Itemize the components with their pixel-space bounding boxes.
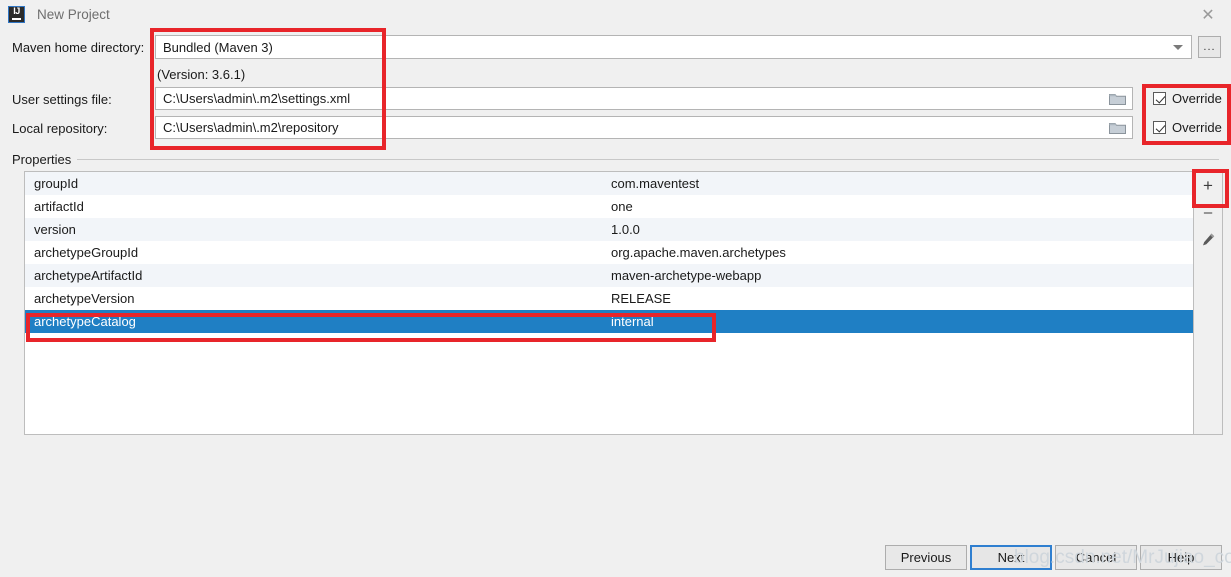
local-repository-override-label: Override (1172, 120, 1222, 135)
table-row[interactable]: archetypeCatalog internal (25, 310, 1193, 333)
table-row[interactable]: archetypeGroupId org.apache.maven.archety… (25, 241, 1193, 264)
property-key: archetypeGroupId (34, 245, 139, 260)
close-icon[interactable]: ✕ (1185, 0, 1231, 29)
property-key: groupId (34, 176, 79, 191)
properties-table[interactable]: groupId com.maventest artifactId one version… (24, 171, 1194, 435)
new-project-dialog: New Project ✕ Maven home directory: Bund… (0, 0, 1231, 577)
user-settings-value: C:\Users\admin\.m2\settings.xml (163, 91, 351, 106)
edit-property-button[interactable] (1194, 226, 1222, 253)
table-row[interactable]: artifactId one (25, 195, 1193, 218)
local-repository-override-row[interactable]: Override (1153, 120, 1222, 135)
maven-home-combobox[interactable]: Bundled (Maven 3) (155, 35, 1192, 59)
user-settings-override-row[interactable]: Override (1153, 91, 1222, 106)
chevron-down-icon[interactable] (1173, 44, 1183, 50)
maven-version-note: (Version: 3.6.1) (157, 67, 246, 82)
properties-separator (12, 159, 1219, 160)
local-repository-input[interactable]: C:\Users\admin\.m2\repository (155, 116, 1133, 139)
add-property-button[interactable]: + (1194, 172, 1222, 199)
table-row[interactable]: version 1.0.0 (25, 218, 1193, 241)
title-bar: New Project (0, 0, 1231, 29)
previous-button[interactable]: Previous (885, 545, 967, 570)
property-value: com.maventest (611, 176, 700, 191)
property-key: archetypeCatalog (34, 314, 136, 329)
local-repository-label: Local repository: (12, 121, 108, 136)
property-value: org.apache.maven.archetypes (611, 245, 786, 260)
property-key: archetypeArtifactId (34, 268, 143, 283)
properties-toolbar: + – (1194, 171, 1223, 435)
maven-home-browse-button[interactable]: ... (1198, 36, 1221, 58)
folder-icon[interactable] (1109, 121, 1126, 134)
watermark: blog.csdn.net/MrJujiao_code (1014, 547, 1231, 568)
property-value: one (611, 199, 633, 214)
intellij-idea-icon (8, 6, 25, 23)
local-repository-override-checkbox[interactable] (1153, 121, 1166, 134)
maven-home-value: Bundled (Maven 3) (163, 39, 273, 55)
property-key: artifactId (34, 199, 84, 214)
property-key: version (34, 222, 76, 237)
property-value: RELEASE (611, 291, 671, 306)
user-settings-override-checkbox[interactable] (1153, 92, 1166, 105)
user-settings-input[interactable]: C:\Users\admin\.m2\settings.xml (155, 87, 1133, 110)
window-title: New Project (37, 7, 110, 22)
user-settings-label: User settings file: (12, 92, 112, 107)
remove-property-button[interactable]: – (1194, 199, 1222, 226)
table-row[interactable]: archetypeArtifactId maven-archetype-webap… (25, 264, 1193, 287)
table-row[interactable]: archetypeVersion RELEASE (25, 287, 1193, 310)
property-value: 1.0.0 (611, 222, 640, 237)
property-value: internal (611, 314, 654, 329)
folder-icon[interactable] (1109, 92, 1126, 105)
properties-group-label: Properties (12, 152, 78, 167)
property-key: archetypeVersion (34, 291, 135, 306)
table-row[interactable]: groupId com.maventest (25, 172, 1193, 195)
user-settings-override-label: Override (1172, 91, 1222, 106)
maven-home-label: Maven home directory: (12, 40, 145, 55)
pencil-icon (1202, 233, 1214, 246)
local-repository-value: C:\Users\admin\.m2\repository (163, 120, 339, 135)
property-value: maven-archetype-webapp (611, 268, 762, 283)
